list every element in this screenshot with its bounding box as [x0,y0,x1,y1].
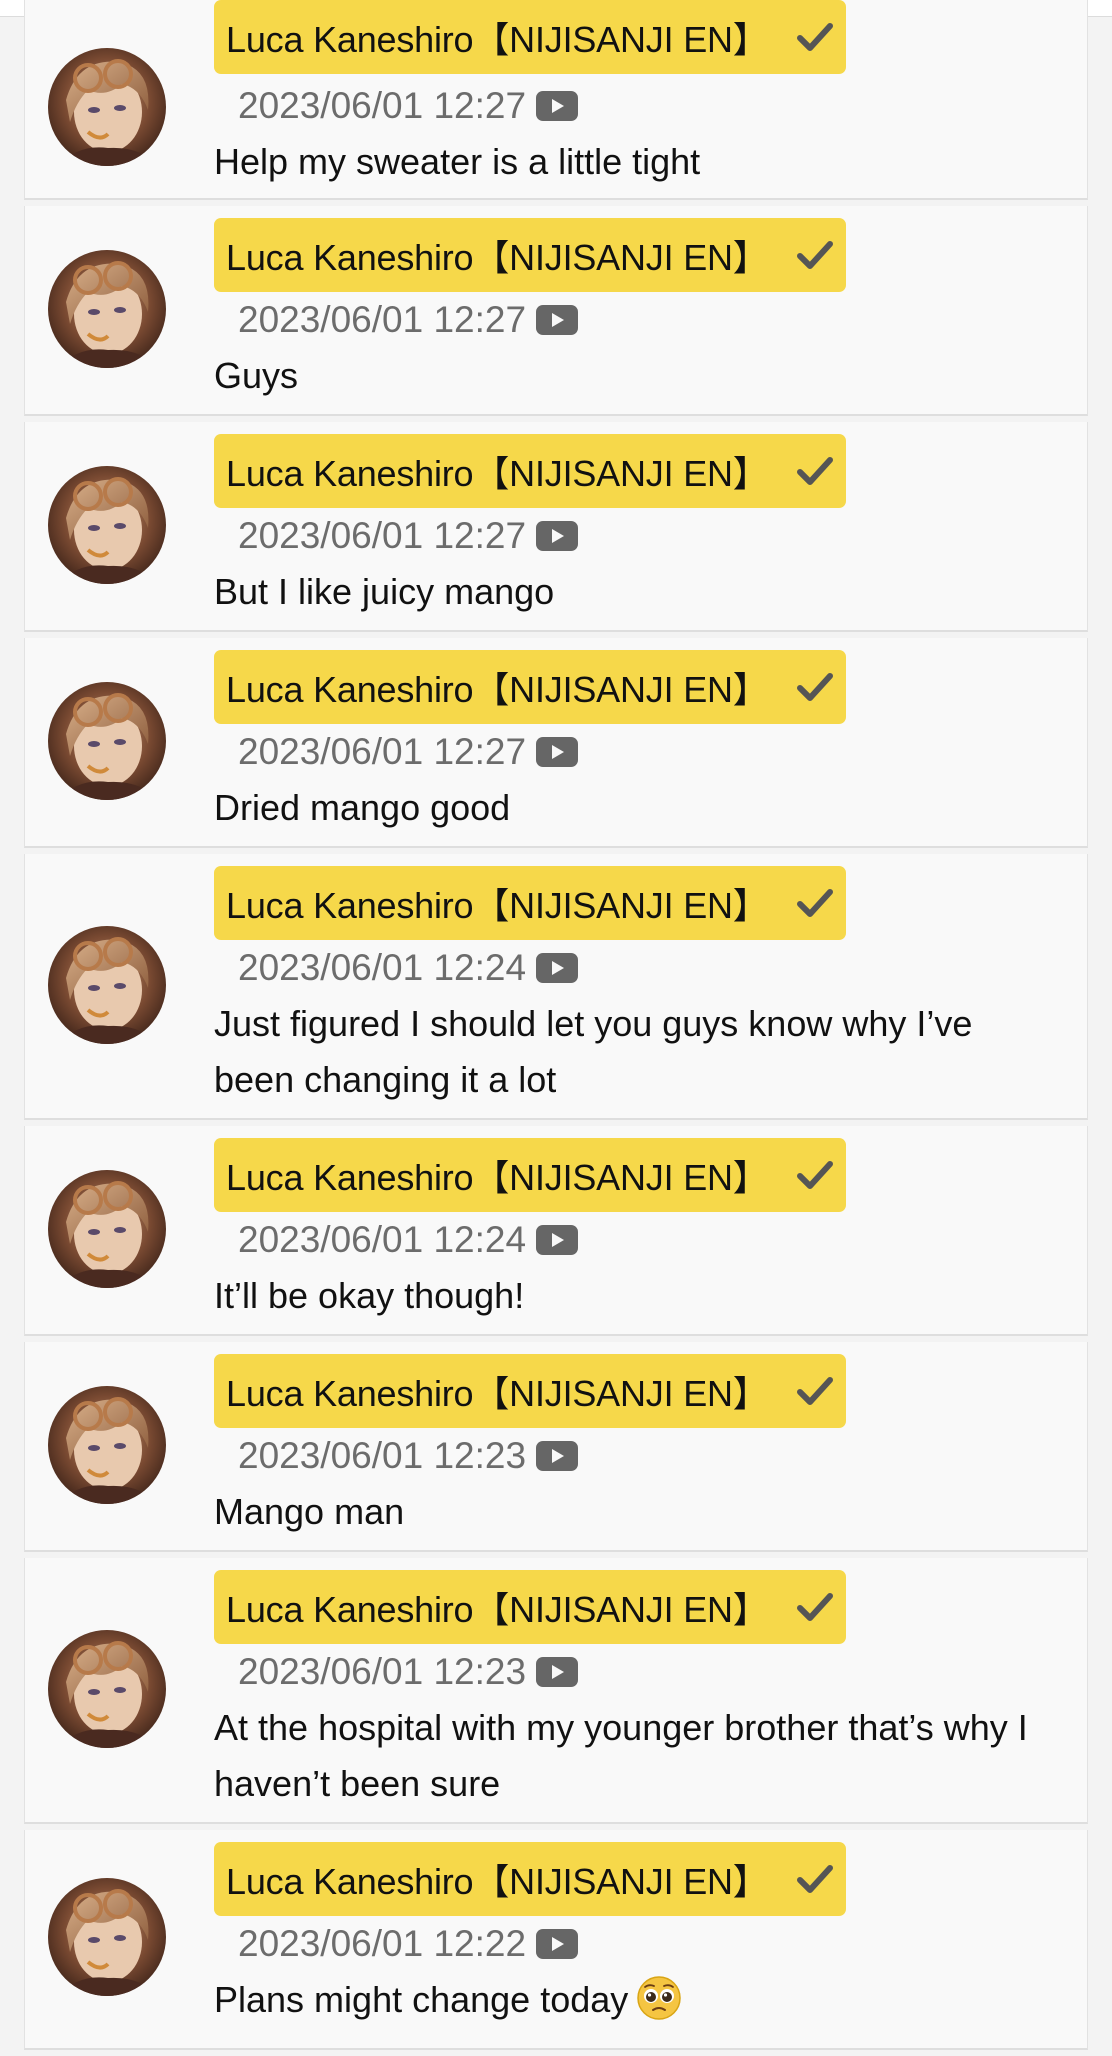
author-name-chip[interactable]: Luca Kaneshiro【NIJISANJI EN】 [214,650,846,724]
message-item[interactable]: Luca Kaneshiro【NIJISANJI EN】 2023/06/01 … [24,1558,1088,1824]
timestamp: 2023/06/01 12:27 [238,731,527,772]
checkmark-icon [797,23,833,51]
avatar[interactable] [48,926,166,1044]
message-text: It’ll be okay though! [214,1275,525,1316]
timestamp: 2023/06/01 12:23 [238,1651,527,1692]
checkmark-icon [797,241,833,269]
message-feed[interactable]: Luca Kaneshiro【NIJISANJI EN】 2023/06/01 … [24,0,1088,2056]
avatar[interactable] [48,250,166,368]
meta-row: 2023/06/01 12:24 [238,946,579,990]
youtube-icon [536,1929,579,1959]
author-name: Luca Kaneshiro【NIJISANJI EN】 [226,885,769,926]
youtube-icon [536,1657,579,1687]
author-name: Luca Kaneshiro【NIJISANJI EN】 [226,1861,769,1902]
checkmark-icon [797,1377,833,1405]
youtube-icon [536,91,579,121]
meta-row: 2023/06/01 12:23 [238,1650,579,1694]
meta-row: 2023/06/01 12:27 [238,514,579,558]
author-name: Luca Kaneshiro【NIJISANJI EN】 [226,1373,769,1414]
author-name: Luca Kaneshiro【NIJISANJI EN】 [226,1589,769,1630]
youtube-icon [536,521,579,551]
timestamp: 2023/06/01 12:27 [238,85,527,126]
message-item[interactable]: Luca Kaneshiro【NIJISANJI EN】 2023/06/01 … [24,638,1088,848]
checkmark-icon [797,1865,833,1893]
youtube-icon [536,953,579,983]
timestamp: 2023/06/01 12:24 [238,947,527,988]
author-name-chip[interactable]: Luca Kaneshiro【NIJISANJI EN】 [214,0,846,74]
pleading-face-emoji-icon [637,1976,682,2021]
author-name: Luca Kaneshiro【NIJISANJI EN】 [226,669,769,710]
checkmark-icon [797,1161,833,1189]
message-item[interactable]: Luca Kaneshiro【NIJISANJI EN】 2023/06/01 … [24,206,1088,416]
author-name-chip[interactable]: Luca Kaneshiro【NIJISANJI EN】 [214,1842,846,1916]
avatar[interactable] [48,1170,166,1288]
meta-row: 2023/06/01 12:27 [238,730,579,774]
author-name-chip[interactable]: Luca Kaneshiro【NIJISANJI EN】 [214,866,846,940]
message-text: Just figured I should let you guys know … [214,1003,973,1100]
author-name-chip[interactable]: Luca Kaneshiro【NIJISANJI EN】 [214,1570,846,1644]
avatar[interactable] [48,1386,166,1504]
avatar[interactable] [48,48,166,166]
author-name-chip[interactable]: Luca Kaneshiro【NIJISANJI EN】 [214,434,846,508]
author-name: Luca Kaneshiro【NIJISANJI EN】 [226,1157,769,1198]
youtube-icon [536,1441,579,1471]
avatar[interactable] [48,682,166,800]
timestamp: 2023/06/01 12:22 [238,1923,527,1964]
avatar[interactable] [48,466,166,584]
author-name-chip[interactable]: Luca Kaneshiro【NIJISANJI EN】 [214,218,846,292]
avatar[interactable] [48,1878,166,1996]
message-item[interactable]: Luca Kaneshiro【NIJISANJI EN】 2023/06/01 … [24,422,1088,632]
message-item[interactable]: Luca Kaneshiro【NIJISANJI EN】 2023/06/01 … [24,1342,1088,1552]
message-item[interactable]: Luca Kaneshiro【NIJISANJI EN】 2023/06/01 … [24,854,1088,1120]
author-name: Luca Kaneshiro【NIJISANJI EN】 [226,19,769,60]
meta-row: 2023/06/01 12:24 [238,1218,579,1262]
message-item[interactable]: Luca Kaneshiro【NIJISANJI EN】 2023/06/01 … [24,0,1088,200]
youtube-icon [536,305,579,335]
meta-row: 2023/06/01 12:22 [238,1922,579,1966]
message-text: Mango man [214,1491,405,1532]
message-text: At the hospital with my younger brother … [214,1707,1028,1804]
author-name: Luca Kaneshiro【NIJISANJI EN】 [226,237,769,278]
timestamp: 2023/06/01 12:27 [238,299,527,340]
meta-row: 2023/06/01 12:27 [238,298,579,342]
avatar[interactable] [48,1630,166,1748]
youtube-icon [536,737,579,767]
message-text: But I like juicy mango [214,571,555,612]
checkmark-icon [797,457,833,485]
checkmark-icon [797,1593,833,1621]
author-name: Luca Kaneshiro【NIJISANJI EN】 [226,453,769,494]
message-text-content: Plans might change today [214,1979,629,2020]
author-name-chip[interactable]: Luca Kaneshiro【NIJISANJI EN】 [214,1138,846,1212]
message-text: Help my sweater is a little tight [214,141,701,182]
author-name-chip[interactable]: Luca Kaneshiro【NIJISANJI EN】 [214,1354,846,1428]
timestamp: 2023/06/01 12:23 [238,1435,527,1476]
checkmark-icon [797,673,833,701]
meta-row: 2023/06/01 12:23 [238,1434,579,1478]
checkmark-icon [797,889,833,917]
message-text: Plans might change today [214,1972,1054,2028]
message-text: Guys [214,355,299,396]
meta-row: 2023/06/01 12:27 [238,84,579,128]
timestamp: 2023/06/01 12:24 [238,1219,527,1260]
message-item[interactable]: Luca Kaneshiro【NIJISANJI EN】 2023/06/01 … [24,1126,1088,1336]
timestamp: 2023/06/01 12:27 [238,515,527,556]
message-text: Dried mango good [214,787,511,828]
youtube-icon [536,1225,579,1255]
message-item[interactable]: Luca Kaneshiro【NIJISANJI EN】 2023/06/01 … [24,1830,1088,2050]
